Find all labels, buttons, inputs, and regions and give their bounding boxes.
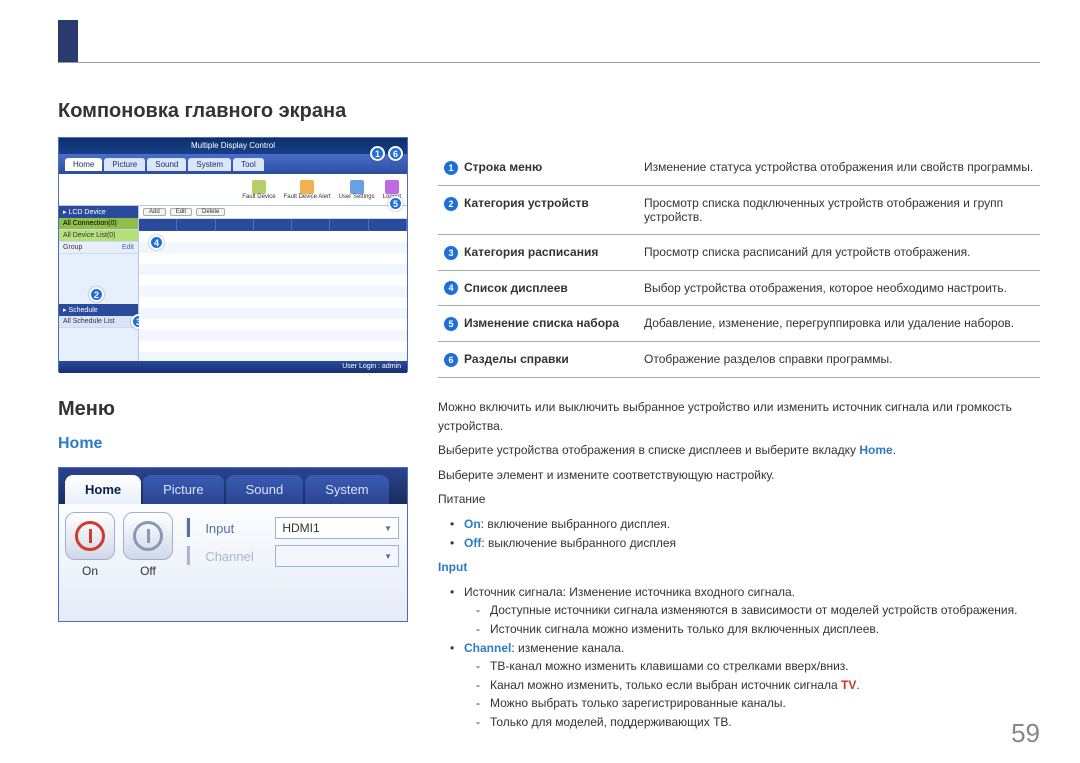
header-rule [58,62,1040,63]
tab-home[interactable]: Home [65,158,102,171]
grid-edit[interactable]: Edit [170,208,192,216]
menu-on-item: On: включение выбранного дисплея. [464,515,1040,534]
legend-row-4: 4Список дисплеевВыбор устройства отображ… [438,270,1040,306]
menu-ch-sub2: Канал можно изменить, только если выбран… [490,676,1040,695]
input-select[interactable]: HDMI1▼ [275,517,399,539]
app-title: Multiple Display Control [59,138,407,154]
power-off-button[interactable] [123,512,173,560]
ui2-tab-picture[interactable]: Picture [143,475,223,504]
menu-power-label: Питание [438,490,1040,509]
menu-p1: Можно включить или выключить выбранное у… [438,398,1040,435]
page-content: Компоновка главного экрана Multiple Disp… [58,100,1040,733]
menu-src-sub1: Доступные источники сигнала изменяются в… [490,601,1040,620]
menu-src-item: Источник сигнала: Изменение источника вх… [464,583,1040,602]
sidebar-all-list[interactable]: All Device List(0) [59,230,138,242]
sidebar-lcd-header: ▸ LCD Device [59,206,138,218]
legend-row-2: 2Категория устройствПросмотр списка подк… [438,185,1040,234]
tab-tool[interactable]: Tool [233,158,264,171]
menu-ch-sub4: Только для моделей, поддерживающих ТВ. [490,713,1040,732]
app-toolbar: Fault Device Fault Device Alert User Set… [59,174,407,206]
menu-description: Можно включить или выключить выбранное у… [438,398,1040,732]
app-sidebar: ▸ LCD Device All Connection(0) All Devic… [59,206,139,361]
toolbar-user-settings[interactable]: User Settings [339,180,375,200]
menu-channel-item: Channel: изменение канала. [464,639,1040,658]
tab-picture[interactable]: Picture [104,158,145,171]
tab-system[interactable]: System [188,158,231,171]
callout-6: 6 [388,146,403,161]
grid-delete[interactable]: Delete [196,208,225,216]
app-screenshot: Multiple Display Control Home Picture So… [58,137,408,372]
channel-select: ▼ [275,545,399,567]
menu-ch-sub3: Можно выбрать только зарегистрированные … [490,694,1040,713]
toolbar-fault-alert[interactable]: Fault Device Alert [284,180,331,200]
sidebar-edit-link[interactable]: Edit [122,244,134,251]
legend-table: 1Строка менюИзменение статуса устройства… [438,150,1040,378]
menu-p2: Выберите устройства отображения в списке… [438,441,1040,460]
app-tabs: Home Picture Sound System Tool 1 6 [59,154,407,174]
sidebar-schedule-header: ▸ Schedule [59,304,138,316]
sidebar-group-row: Group Edit [59,242,138,254]
callout-2: 2 [89,287,104,302]
power-on-icon [75,521,105,551]
app-status: User Login : admin [59,361,407,373]
sidebar-schedule-item[interactable]: All Schedule List 3 [59,316,138,328]
heading-menu: Меню [58,398,408,421]
menu-src-sub2: Источник сигнала можно изменить только д… [490,620,1040,639]
power-on-button[interactable] [65,512,115,560]
chevron-down-icon: ▼ [384,524,392,533]
power-off-label: Off [140,564,156,578]
ui2-tab-sound[interactable]: Sound [226,475,304,504]
input-label: Input [205,521,275,536]
channel-label: Channel [205,549,275,564]
menu-p3: Выберите элемент и измените соответствую… [438,466,1040,485]
input-kw: Input [438,560,467,574]
callout-4: 4 [149,235,164,250]
toolbar-fault-device[interactable]: Fault Device [242,180,275,200]
ui2-tab-system[interactable]: System [305,475,388,504]
callout-1: 1 [370,146,385,161]
power-off-icon [133,521,163,551]
heading-layout: Компоновка главного экрана [58,100,408,123]
home-screenshot: Home Picture Sound System On [58,467,408,622]
legend-row-3: 3Категория расписанияПросмотр списка рас… [438,234,1040,270]
menu-ch-sub1: ТВ-канал можно изменить клавишами со стр… [490,657,1040,676]
power-on-label: On [82,564,98,578]
ui2-tab-home[interactable]: Home [65,475,141,504]
legend-row-6: 6Разделы справкиОтображение разделов спр… [438,342,1040,378]
legend-row-5: 5Изменение списка набораДобавление, изме… [438,306,1040,342]
chevron-down-icon: ▼ [384,552,392,561]
page-number: 59 [1011,718,1040,749]
grid-add[interactable]: Add [143,208,166,216]
menu-off-item: Off: выключение выбранного дисплея [464,534,1040,553]
header-accent [58,20,78,62]
app-grid: Add Edit Delete 4 [139,206,407,361]
heading-home: Home [58,435,408,453]
tab-sound[interactable]: Sound [147,158,186,171]
sidebar-all-conn[interactable]: All Connection(0) [59,218,138,230]
legend-row-1: 1Строка менюИзменение статуса устройства… [438,150,1040,185]
